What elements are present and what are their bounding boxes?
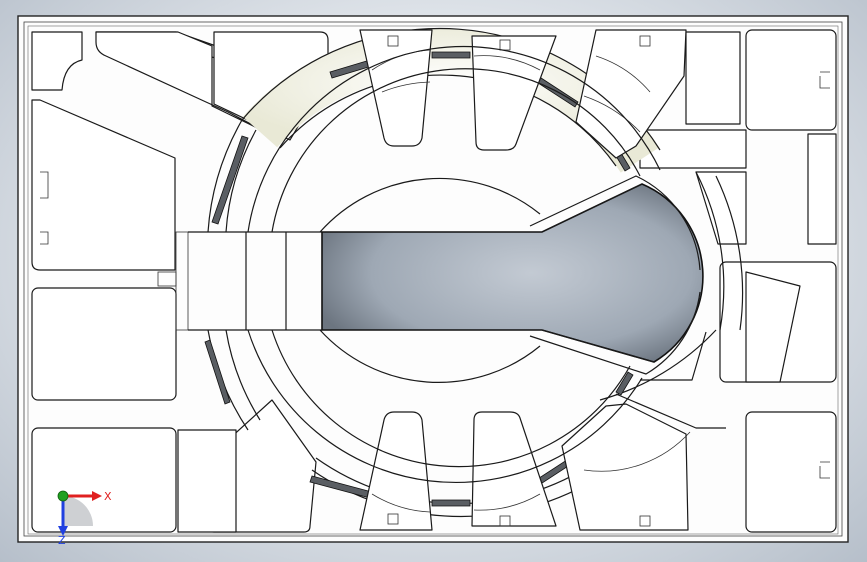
y-axis-dot-icon: [57, 490, 69, 502]
z-axis-label: Z: [58, 534, 66, 547]
cad-viewport[interactable]: X Z: [0, 0, 867, 562]
x-axis-label: X: [104, 490, 112, 503]
cad-drawing[interactable]: X Z: [0, 0, 867, 562]
